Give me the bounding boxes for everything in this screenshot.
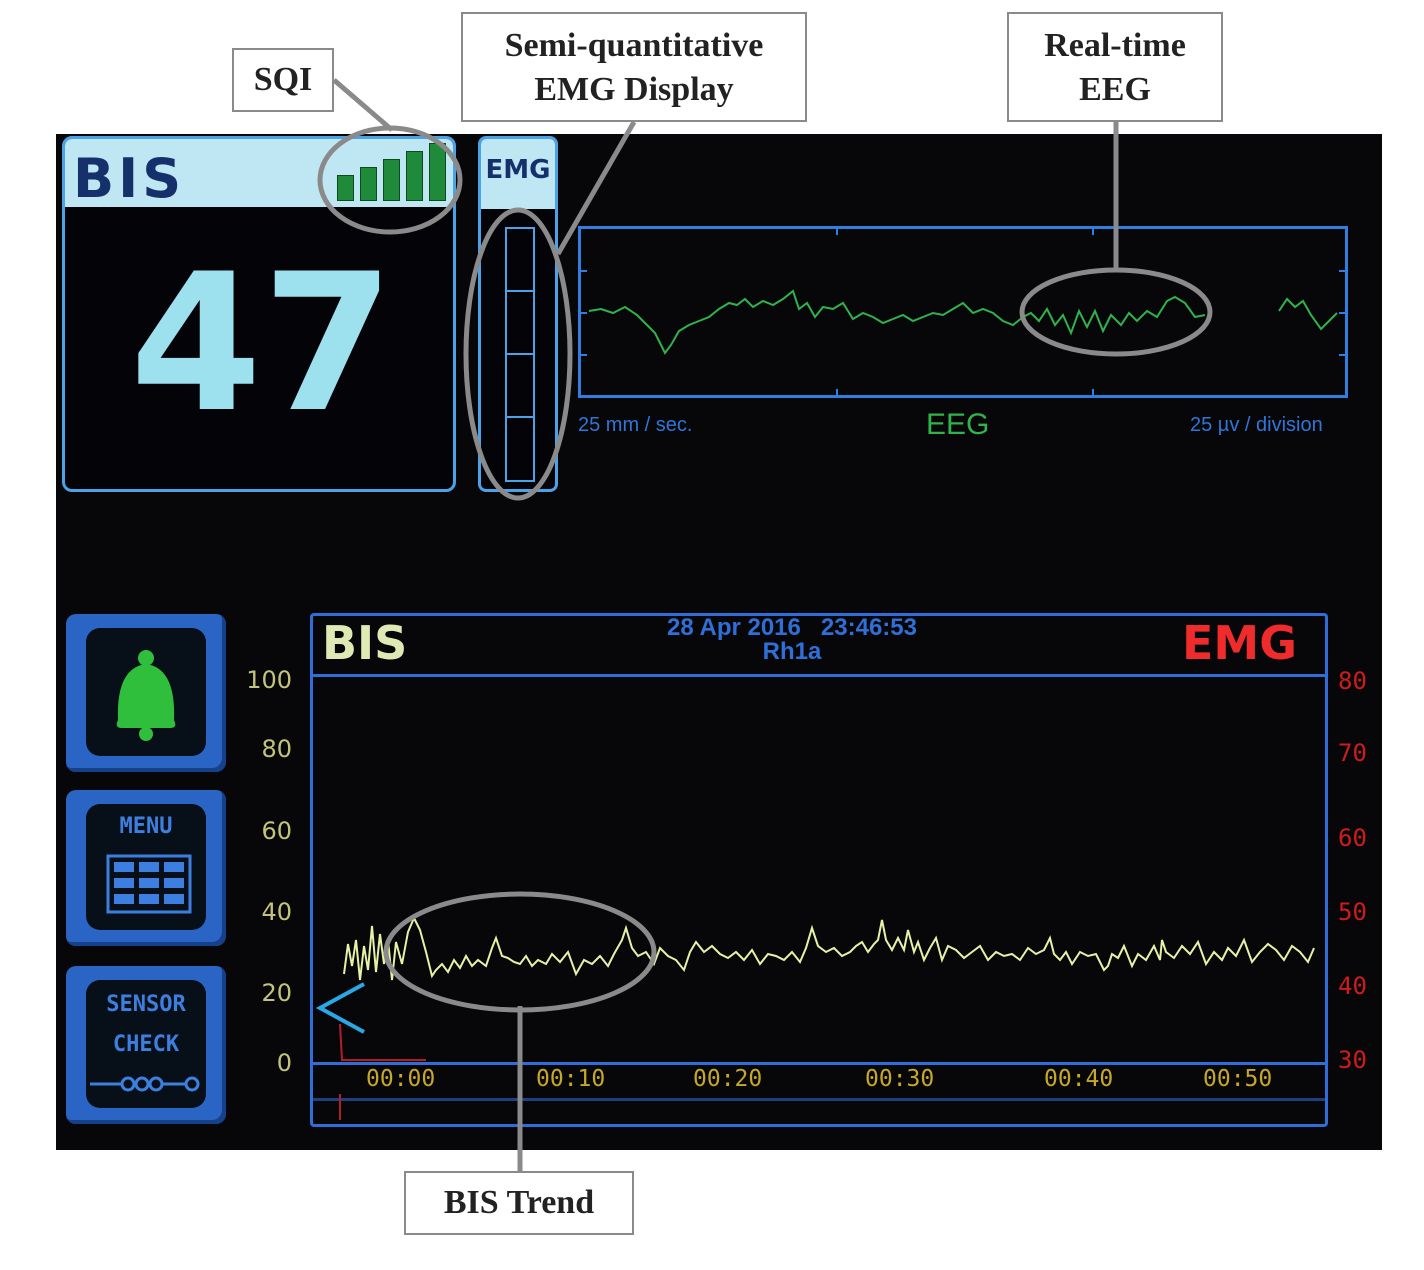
sqi-highlight-ellipse bbox=[317, 125, 463, 235]
callout-connector bbox=[555, 120, 637, 256]
bis-trend-highlight-ellipse bbox=[383, 891, 657, 1013]
callout-connector bbox=[332, 78, 394, 132]
emg-highlight-ellipse bbox=[463, 207, 573, 501]
callout-overlay bbox=[317, 78, 1213, 1172]
eeg-highlight-ellipse bbox=[1019, 267, 1213, 357]
